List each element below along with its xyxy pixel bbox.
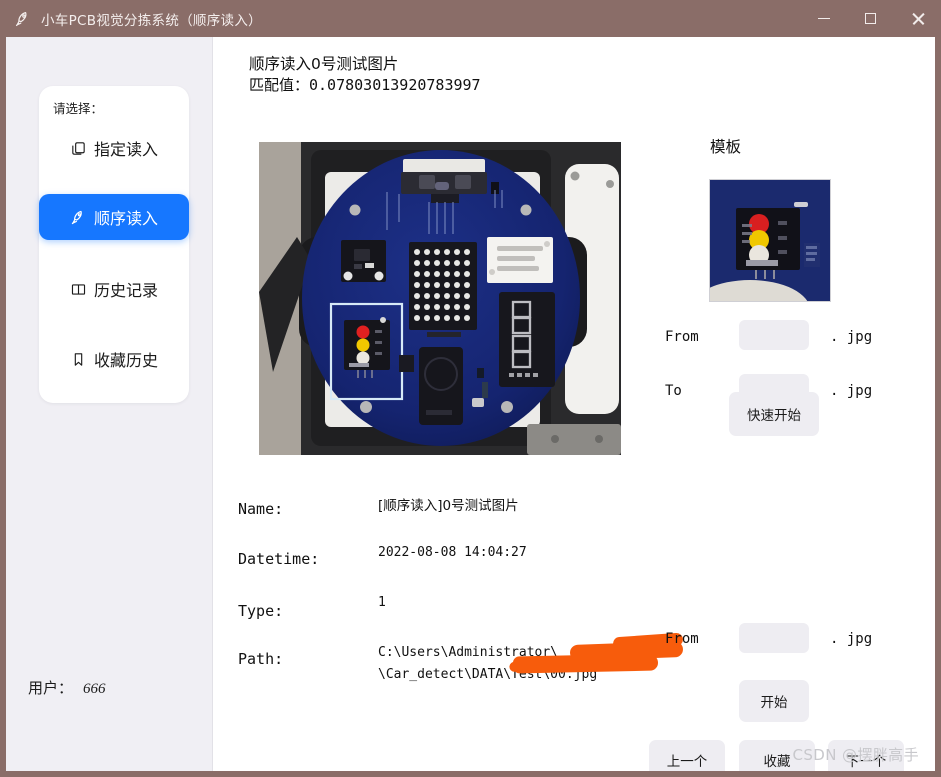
sidebar-item-label: 顺序读入: [93, 209, 158, 228]
name-label: Name:: [238, 500, 284, 518]
rocket-icon: [71, 210, 82, 224]
main-content: 顺序读入0号测试图片 匹配值：0.07803013920783997 模板 Fr…: [213, 37, 935, 771]
title-bar: 小车PCB视觉分拣系统（顺序读入）: [6, 0, 935, 37]
sidebar-item-label: 指定读入: [93, 140, 158, 159]
type-label: Type:: [238, 602, 284, 620]
maximize-icon: [865, 13, 876, 24]
sidebar-menu-card: 请选择： 指定读入 顺序读入 历史记录 收藏历史: [39, 86, 189, 403]
previous-button[interactable]: 上一个: [649, 740, 725, 771]
template-label: 模板: [710, 138, 742, 156]
single-from-extension: . jpg: [830, 631, 873, 647]
sidebar-heading: 请选择：: [53, 101, 104, 116]
title-bar-left: 小车PCB视觉分拣系统（顺序读入）: [6, 9, 262, 29]
type-value: 1: [378, 595, 386, 610]
watermark: CSDN @摆胖高手: [792, 746, 919, 764]
bookmark-icon: [74, 352, 83, 366]
range-from-label: From: [665, 329, 699, 345]
window-controls: [800, 0, 935, 37]
sidebar-item-label: 收藏历史: [93, 351, 158, 370]
sidebar-item-history[interactable]: 历史记录: [39, 266, 189, 312]
template-photo-graphic: [710, 180, 830, 301]
template-photo: [709, 179, 831, 302]
close-button[interactable]: [894, 0, 935, 37]
sidebar-item-sequential-read[interactable]: 顺序读入: [39, 194, 189, 240]
close-icon: [911, 12, 925, 26]
name-value: [顺序读入]0号测试图片: [378, 498, 519, 514]
user-value: 666: [83, 681, 106, 697]
window-title: 小车PCB视觉分拣系统（顺序读入）: [41, 12, 262, 29]
single-from-label: From: [665, 631, 699, 647]
path-line-2: \Car_detect\DATA\Test\00.jpg: [378, 667, 598, 682]
application-window: 小车PCB视觉分拣系统（顺序读入） 请选择： 指定读入 顺序读入 历史记录 收藏…: [0, 0, 941, 777]
maximize-button[interactable]: [847, 0, 894, 37]
sidebar-item-favorites[interactable]: 收藏历史: [39, 336, 189, 382]
book-icon: [71, 283, 86, 295]
single-from-input[interactable]: [739, 623, 809, 653]
user-info: 用户： 666: [28, 677, 106, 698]
copy-icon: [72, 141, 85, 155]
result-title: 顺序读入0号测试图片: [249, 55, 399, 73]
datetime-value: 2022-08-08 14:04:27: [378, 545, 527, 560]
minimize-button[interactable]: [800, 0, 847, 37]
match-score: 匹配值：0.07803013920783997: [249, 76, 481, 94]
range-from-input[interactable]: [739, 320, 809, 350]
start-button[interactable]: 开始: [739, 680, 809, 722]
range-to-label: To: [665, 383, 682, 399]
sidebar-item-label: 历史记录: [93, 281, 158, 300]
pcb-car-photo: [259, 142, 621, 455]
path-value: C:\Users\Administrator\ \Car_detect\DATA…: [378, 642, 597, 686]
range-from-extension: . jpg: [830, 329, 873, 345]
path-label: Path:: [238, 650, 284, 668]
sidebar-item-specified-read[interactable]: 指定读入: [39, 125, 189, 171]
path-line-1: C:\Users\Administrator\: [378, 645, 559, 660]
range-to-extension: . jpg: [830, 383, 873, 399]
minimize-icon: [817, 17, 830, 20]
pcb-car-photo-graphic: [259, 142, 621, 455]
rocket-icon: [15, 11, 27, 26]
datetime-label: Datetime:: [238, 550, 320, 568]
user-label: 用户：: [28, 679, 74, 697]
quick-start-button[interactable]: 快速开始: [729, 392, 819, 436]
sidebar: 请选择： 指定读入 顺序读入 历史记录 收藏历史 用户： 666: [6, 37, 213, 771]
